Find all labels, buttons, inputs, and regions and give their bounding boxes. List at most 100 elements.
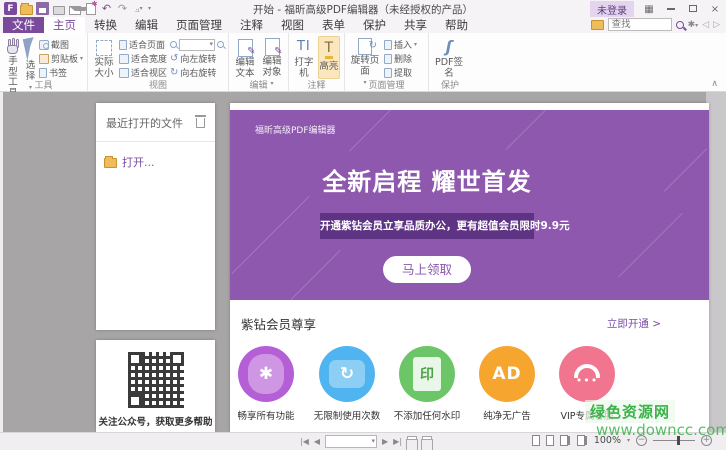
minimize-button[interactable] [664, 4, 678, 15]
previous-page-button[interactable]: ◀ [314, 437, 320, 446]
titlebar: F ↶ ↷ ⟓▾ ▾ 开始 - 福昕高级PDF编辑器（未经授权的产品） 未登录 … [0, 0, 726, 18]
recent-files-title: 最近打开的文件 [106, 117, 183, 130]
fit-width-icon [118, 53, 129, 64]
restore-icon [689, 5, 697, 12]
zoom-combo[interactable] [179, 38, 215, 51]
close-button[interactable]: × [708, 4, 722, 15]
feature-circle: 印 [399, 346, 455, 402]
select-tool-button[interactable]: 选择 ▾ [22, 36, 39, 91]
highlight-icon: T [324, 41, 334, 59]
group-label-tools: 工具 [34, 81, 53, 91]
zoom-out-icon[interactable] [170, 41, 177, 48]
actual-size-button[interactable]: 实际大小 [92, 36, 116, 79]
open-file-label: 打开... [122, 156, 155, 169]
first-page-button[interactable]: |◀ [300, 437, 309, 446]
fit-visible-icon [118, 67, 129, 78]
continuous-facing-view-icon[interactable] [576, 435, 585, 446]
membership-header: 紫钻会员尊享 立即开通 > [241, 314, 661, 333]
tab-help[interactable]: 帮助 [436, 17, 477, 33]
delete-icon [384, 53, 392, 64]
clipboard-icon [39, 53, 49, 64]
hand-icon [4, 38, 22, 56]
highlight-button[interactable]: T 高亮 [317, 36, 340, 79]
feature-no-watermark[interactable]: 印 不添加任何水印 [387, 346, 467, 422]
typewriter-icon: TI [296, 39, 311, 55]
trash-icon[interactable] [195, 115, 206, 128]
watermark-site-url: www.downcc.com [596, 421, 726, 439]
refresh-icon: ↻ [329, 360, 365, 388]
collapse-ribbon-button[interactable]: ∧ [711, 79, 718, 89]
continuous-view-icon[interactable] [545, 435, 554, 446]
promo-banner[interactable]: 福昕高级PDF编辑器 全新启程 耀世首发 开通紫钻会员立享品质办公，更有超值会员… [230, 110, 709, 300]
zoom-in-icon[interactable] [217, 41, 224, 48]
find-next-button[interactable]: ▷ [713, 20, 720, 30]
feature-no-ads[interactable]: AD 纯净无广告 [467, 346, 547, 422]
feature-all-functions[interactable]: ✱ 畅享所有功能 [226, 346, 306, 422]
search-icon[interactable] [675, 20, 684, 29]
qr-code [127, 352, 184, 408]
facing-view-icon[interactable] [559, 435, 568, 446]
fit-width-button[interactable]: 适合宽度 [118, 52, 167, 65]
edit-text-icon [237, 38, 256, 58]
ad-icon: AD [492, 364, 522, 384]
ribbon-group-view: 实际大小 适合页面 适合宽度 适合视区 ↺向左旋转 ↻向右旋转 视图 [88, 33, 229, 91]
fit-column: 适合页面 适合宽度 适合视区 [118, 36, 167, 79]
layout-grid-button[interactable]: ▦ [642, 4, 656, 15]
hand-tool-button[interactable]: 手型工具 [4, 36, 22, 98]
rotate-left-button[interactable]: ↺ 向左旋转 [170, 52, 224, 66]
fit-page-icon [118, 39, 127, 50]
clipboard-button[interactable]: 剪贴板 ▾ [39, 52, 83, 65]
cursor-icon [22, 37, 39, 61]
snapshot-button[interactable]: 截图 [39, 38, 83, 51]
tab-convert[interactable]: 转换 [85, 17, 126, 33]
last-page-button[interactable]: ▶| [393, 437, 402, 446]
insert-icon [384, 39, 392, 50]
recent-files-panel: 最近打开的文件 打开... [96, 103, 215, 330]
zoom-slider[interactable] [653, 436, 695, 445]
rotate-pages-button[interactable]: 旋转页面 ▾ [349, 36, 381, 86]
watermark-site-name: 绿色资源网 [585, 400, 676, 423]
tab-file[interactable]: 文件 [3, 17, 44, 33]
single-page-view-icon[interactable] [531, 435, 540, 446]
tab-share[interactable]: 共享 [395, 17, 436, 33]
zoom-control [170, 38, 224, 51]
pdf-sign-button[interactable]: ʃ PDF签名 [433, 36, 465, 79]
recent-files-header: 最近打开的文件 [96, 103, 215, 142]
camera-icon [39, 39, 49, 50]
claim-now-button[interactable]: 马上领取 [383, 256, 471, 283]
restore-button[interactable] [686, 4, 700, 15]
ribbon: 手型工具 选择 ▾ 截图 剪贴板▾ 书签 工具 实际大小 适合页面 适合宽度 [0, 33, 726, 98]
gear-icon[interactable]: ✱▾ [688, 20, 699, 30]
group-label-view: 视图 [148, 81, 167, 91]
tab-protect[interactable]: 保护 [354, 17, 395, 33]
tab-view[interactable]: 视图 [272, 17, 313, 33]
headset-icon: ••• [574, 364, 600, 386]
tab-edit[interactable]: 编辑 [126, 17, 167, 33]
login-status-badge[interactable]: 未登录 [590, 1, 634, 18]
activate-now-link[interactable]: 立即开通 > [607, 316, 661, 331]
page-number-combo[interactable] [325, 435, 378, 448]
edit-text-button[interactable]: 编辑文本 [233, 36, 257, 79]
insert-pages-button[interactable]: 插入 ▾ [384, 38, 417, 51]
scrollbar-track[interactable] [706, 92, 726, 432]
titlebar-right: 未登录 ▦ × [590, 1, 722, 18]
find-previous-button[interactable]: ◁ [702, 20, 709, 30]
next-page-button[interactable]: ▶ [382, 437, 388, 446]
open-file-row[interactable]: 打开... [96, 142, 215, 182]
tab-comment[interactable]: 注释 [231, 17, 272, 33]
typewriter-button[interactable]: TI 打字机 [293, 36, 315, 79]
previous-view-icon[interactable] [406, 436, 419, 450]
edit-object-button[interactable]: 编辑对象 ▾ [260, 36, 284, 87]
feature-unlimited-use[interactable]: ↻ 无限制使用次数 [307, 346, 387, 422]
banner-ribbon-text: 开通紫钻会员立享品质办公，更有超值会员限时9.9元 [320, 213, 570, 239]
tools-small-column: 截图 剪贴板 ▾ 书签 [39, 36, 83, 79]
tab-form[interactable]: 表单 [313, 17, 354, 33]
banner-headline: 全新启程 耀世首发 [322, 168, 532, 196]
next-view-icon[interactable] [421, 436, 434, 450]
search-folder-icon[interactable] [590, 19, 604, 30]
find-input[interactable] [607, 18, 672, 31]
tab-page-manage[interactable]: 页面管理 [167, 17, 231, 33]
delete-pages-button[interactable]: 删除 [384, 52, 417, 65]
tab-home[interactable]: 主页 [44, 17, 85, 33]
fit-page-button[interactable]: 适合页面 [118, 38, 167, 51]
